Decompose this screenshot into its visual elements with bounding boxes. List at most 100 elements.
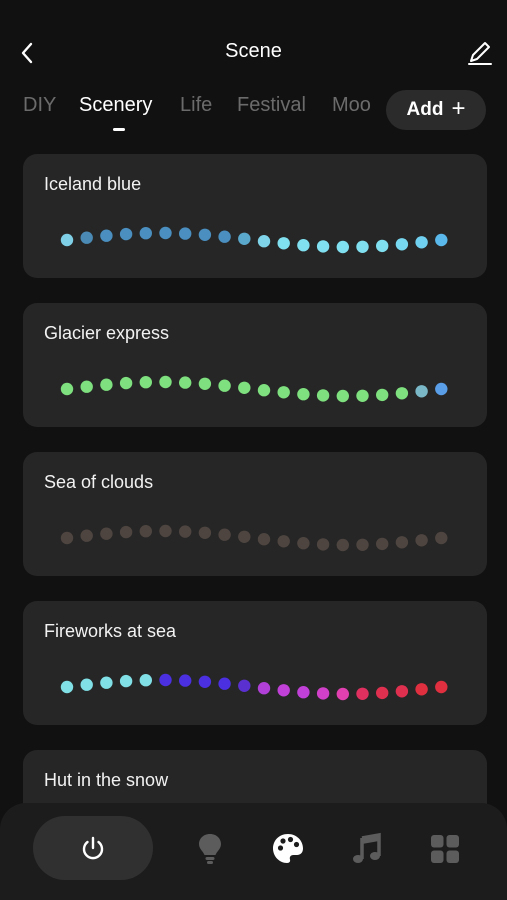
color-dot	[297, 239, 310, 252]
color-dot	[435, 531, 448, 545]
color-dot	[198, 526, 212, 539]
color-dot	[100, 229, 113, 242]
nav-more[interactable]	[425, 829, 465, 869]
scene-category-tabs: DIY Scenery Life Festival Moo	[0, 88, 380, 134]
color-dot	[119, 227, 133, 241]
color-dot	[395, 685, 409, 698]
color-dot	[297, 537, 310, 550]
color-dot	[139, 227, 152, 240]
color-dot	[139, 525, 152, 538]
color-dot	[218, 528, 231, 541]
color-dot	[395, 387, 409, 400]
scene-card[interactable]: Fireworks at sea	[23, 601, 487, 725]
lightbulb-icon	[199, 834, 221, 864]
color-dot	[297, 686, 310, 699]
color-dot	[80, 678, 93, 691]
color-dot	[257, 384, 271, 397]
color-dot	[80, 380, 93, 393]
color-dot	[179, 376, 192, 389]
color-dot	[395, 536, 409, 549]
color-dot	[179, 227, 192, 240]
color-dot	[159, 226, 172, 240]
color-dot	[139, 674, 152, 687]
color-dot	[316, 538, 330, 551]
color-dot	[435, 233, 448, 247]
color-dot	[119, 674, 133, 688]
page-title: Scene	[225, 40, 282, 62]
color-dot	[356, 389, 369, 402]
tab-festival[interactable]: Festival	[237, 94, 306, 117]
color-dot	[238, 530, 251, 543]
bottom-nav-bar	[0, 803, 507, 900]
color-dot	[60, 382, 74, 396]
color-dot	[257, 682, 271, 695]
color-dot	[376, 537, 389, 551]
color-dot	[277, 386, 290, 399]
color-dot	[277, 535, 290, 548]
color-dot	[179, 674, 192, 687]
color-dot	[376, 388, 389, 402]
color-dot	[257, 533, 271, 546]
color-dot	[60, 233, 74, 247]
color-dot	[376, 239, 389, 253]
color-dot	[238, 381, 251, 394]
color-dot	[257, 235, 271, 248]
color-dot	[100, 527, 113, 540]
color-dots-preview	[60, 673, 448, 701]
color-dot	[297, 388, 310, 401]
color-dot	[238, 679, 251, 692]
color-dot	[198, 228, 212, 241]
color-dot	[356, 538, 369, 551]
color-dot	[336, 389, 349, 403]
add-scene-button[interactable]: Add +	[386, 90, 486, 130]
color-dot	[415, 534, 428, 547]
header: Scene	[0, 0, 507, 90]
grid-icon	[431, 835, 459, 863]
color-dot	[100, 378, 113, 391]
color-dot	[159, 673, 172, 687]
color-dot	[316, 389, 330, 402]
color-dot	[415, 683, 428, 696]
color-dot	[159, 375, 172, 389]
color-dot	[356, 240, 369, 253]
color-dot	[218, 379, 231, 392]
power-button[interactable]	[33, 816, 153, 880]
color-dot	[198, 377, 212, 390]
color-dot	[336, 687, 349, 701]
color-dots-preview	[60, 375, 448, 403]
color-dot	[316, 687, 330, 700]
color-dot	[415, 236, 428, 249]
color-dots-preview	[60, 524, 448, 552]
tab-mood[interactable]: Moo	[332, 94, 371, 117]
color-dot	[277, 684, 290, 697]
nav-music[interactable]	[347, 829, 387, 869]
color-dot	[80, 529, 93, 542]
color-dot	[179, 525, 192, 538]
color-dot	[80, 231, 93, 244]
nav-scenes[interactable]	[268, 829, 308, 869]
music-note-icon	[353, 832, 381, 863]
nav-lights[interactable]	[190, 829, 230, 869]
scene-card[interactable]: Glacier express	[23, 303, 487, 427]
scene-card[interactable]: Sea of clouds	[23, 452, 487, 576]
pencil-icon[interactable]	[465, 38, 495, 68]
color-dot	[336, 538, 349, 552]
scene-list: Iceland blue Glacier express Sea of clou…	[23, 154, 487, 899]
tab-scenery[interactable]: Scenery	[79, 94, 152, 117]
color-dot	[316, 240, 330, 253]
color-dot	[336, 240, 349, 254]
tab-life[interactable]: Life	[180, 94, 212, 117]
color-dot	[376, 686, 389, 700]
tab-diy[interactable]: DIY	[23, 94, 56, 117]
active-tab-indicator	[113, 128, 125, 131]
palette-icon	[273, 834, 303, 863]
color-dot	[60, 531, 74, 545]
color-dots-preview	[60, 226, 448, 254]
scene-card[interactable]: Iceland blue	[23, 154, 487, 278]
color-dot	[356, 687, 369, 700]
color-dot	[277, 237, 290, 250]
plus-icon: +	[451, 95, 466, 122]
color-dot	[218, 677, 231, 690]
color-dot	[238, 232, 251, 245]
color-dot	[60, 680, 74, 694]
